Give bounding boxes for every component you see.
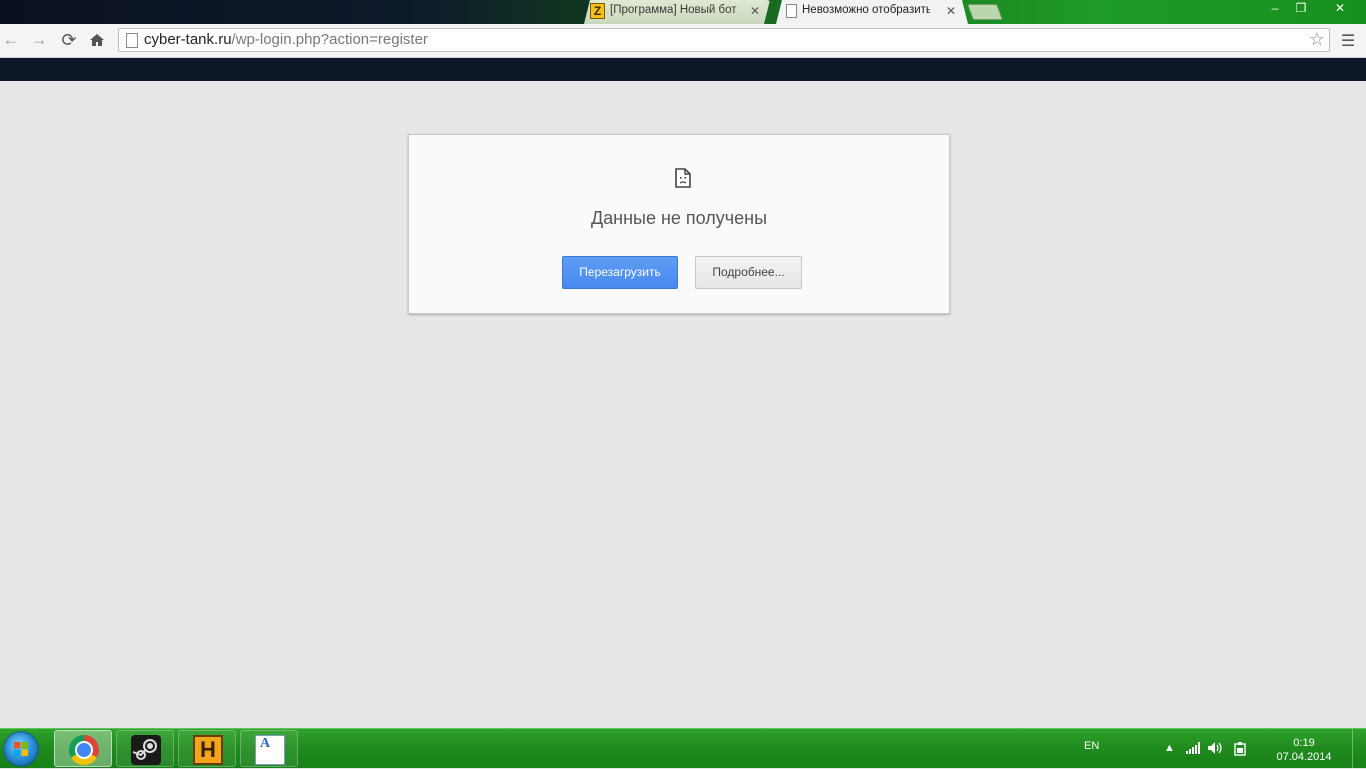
- url-path: /wp-login.php?action=register: [231, 31, 428, 48]
- forward-arrow-icon[interactable]: →: [28, 29, 50, 51]
- bookmark-star-icon[interactable]: ☆: [1309, 29, 1325, 50]
- home-icon[interactable]: [86, 29, 108, 51]
- close-tab-icon[interactable]: ✕: [946, 4, 956, 18]
- font-viewer-icon: A: [255, 735, 285, 765]
- h-app-icon: H: [193, 735, 223, 765]
- zaycev-favicon-icon: Z: [590, 3, 605, 19]
- chrome-icon: [69, 735, 99, 765]
- details-button[interactable]: Подробнее...: [695, 256, 802, 289]
- clock-date: 07.04.2014: [1276, 751, 1332, 763]
- taskbar-steam-button[interactable]: [116, 730, 174, 767]
- page-info-icon[interactable]: [126, 33, 138, 48]
- url-text[interactable]: cyber-tank.ru/wp-login.php?action=regist…: [144, 31, 428, 48]
- close-tab-icon[interactable]: ✕: [750, 4, 760, 18]
- show-hidden-icons-icon[interactable]: ▲: [1164, 742, 1175, 754]
- sad-page-icon: [675, 168, 691, 188]
- back-arrow-icon[interactable]: ←: [0, 29, 22, 51]
- error-title: Данные не получены: [590, 208, 768, 228]
- tab-error-page[interactable]: Невозможно отобразить ✕: [776, 0, 968, 24]
- system-clock[interactable]: 0:19 07.04.2014: [1270, 736, 1338, 764]
- steam-icon: [131, 735, 161, 765]
- minimize-button[interactable]: –: [1262, 0, 1288, 18]
- show-desktop-button[interactable]: [1352, 729, 1366, 769]
- tab-title: Невозможно отобразить: [802, 4, 930, 16]
- menu-icon[interactable]: ☰: [1340, 31, 1356, 51]
- windows-logo-icon: [14, 742, 28, 756]
- reload-icon[interactable]: ⟳: [58, 29, 80, 51]
- reload-button[interactable]: Перезагрузить: [562, 256, 678, 289]
- taskbar-font-viewer-button[interactable]: A: [240, 730, 298, 767]
- new-tab-button[interactable]: [967, 4, 1003, 20]
- address-bar[interactable]: cyber-tank.ru/wp-login.php?action=regist…: [118, 28, 1330, 52]
- error-panel: Данные не получены Перезагрузить Подробн…: [408, 134, 950, 314]
- browser-toolbar: ← → ⟳ cyber-tank.ru/wp-login.php?action=…: [0, 24, 1366, 58]
- start-button[interactable]: [3, 731, 39, 767]
- network-signal-icon[interactable]: [1186, 742, 1200, 754]
- page-icon: [786, 4, 797, 18]
- tab-title: [Программа] Новый бот: [610, 4, 737, 16]
- action-center-icon[interactable]: [1234, 742, 1248, 756]
- url-host: cyber-tank.ru: [144, 31, 232, 48]
- language-indicator[interactable]: EN: [1084, 740, 1099, 752]
- close-window-button[interactable]: ✕: [1326, 0, 1354, 18]
- tab-program[interactable]: Z [Программа] Новый бот ✕: [584, 0, 770, 24]
- volume-icon[interactable]: [1208, 742, 1224, 754]
- taskbar-chrome-button[interactable]: [54, 730, 112, 767]
- taskbar-h-app-button[interactable]: H: [178, 730, 236, 767]
- clock-time: 0:19: [1293, 737, 1315, 749]
- maximize-button[interactable]: ❐: [1288, 0, 1314, 18]
- bookmarks-bar: [0, 58, 1366, 81]
- taskbar: H A EN ▲ 0:19 07.04.2014: [0, 728, 1366, 769]
- title-bar: Z [Программа] Новый бот ✕ Невозможно ото…: [0, 0, 1366, 24]
